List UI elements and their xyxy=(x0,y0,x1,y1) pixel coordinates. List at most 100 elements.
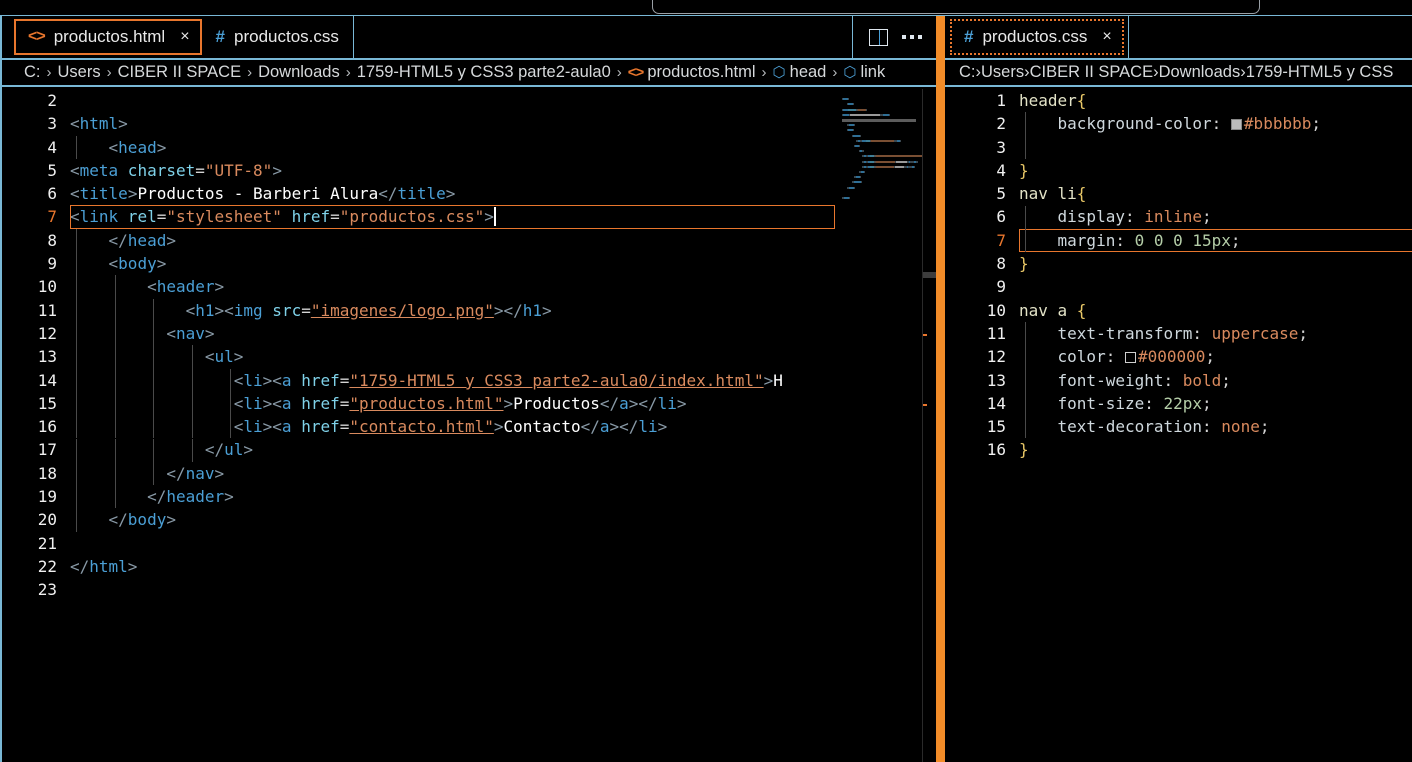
code-token: li xyxy=(638,417,658,437)
code-token: : xyxy=(1163,370,1183,390)
code-line[interactable]: 6 <title>Productos - Barberi Alura</title… xyxy=(2,182,783,205)
code-line[interactable]: 10 <header> xyxy=(2,275,783,298)
code-token: < xyxy=(70,207,80,227)
code-line[interactable]: 7 <link rel="stylesheet" href="productos.… xyxy=(2,205,835,229)
breadcrumb-item[interactable]: C: xyxy=(959,63,976,82)
breadcrumb-item[interactable]: CIBER II SPACE xyxy=(118,63,241,82)
code-line[interactable]: 12 color: #000000; xyxy=(945,345,1321,368)
editor-group-divider[interactable] xyxy=(936,16,945,762)
breadcrumb-item[interactable]: Downloads xyxy=(258,63,340,82)
code-text: <body> xyxy=(70,252,783,275)
code-line[interactable]: 18 </nav> xyxy=(2,462,783,485)
code-line[interactable]: 9 <body> xyxy=(2,252,783,275)
code-token: } xyxy=(1019,160,1029,180)
code-editor-right[interactable]: 1 header{2 background-color: #bbbbbb; 3 4} 5… xyxy=(945,89,1412,762)
code-line[interactable]: 3 <html> xyxy=(2,112,783,135)
indent-guide xyxy=(153,391,154,416)
breadcrumb-item[interactable]: C: xyxy=(24,63,41,82)
code-token: : xyxy=(1144,393,1164,413)
code-line[interactable]: 7 margin: 0 0 0 15px; xyxy=(945,228,1412,253)
code-token: > xyxy=(445,184,456,204)
code-line[interactable]: 16} xyxy=(945,438,1321,461)
code-line[interactable]: 13 <ul> xyxy=(2,345,783,368)
code-line[interactable]: 4 <head> xyxy=(2,136,783,159)
breadcrumb-item[interactable]: Users xyxy=(58,63,101,82)
quick-open-input[interactable] xyxy=(652,0,1260,14)
code-line[interactable]: 20 </body> xyxy=(2,508,783,531)
breadcrumb-item[interactable]: Downloads xyxy=(1159,63,1241,82)
indent-guide xyxy=(153,461,154,486)
code-token: >< xyxy=(262,370,282,390)
indent-guide xyxy=(114,485,116,509)
code-line[interactable]: 16 <li><a href="contacto.html">Contacto<… xyxy=(2,415,783,438)
breadcrumb-separator: › xyxy=(345,64,351,81)
code-line[interactable]: 17 </ul> xyxy=(2,438,783,461)
code-line[interactable]: 22 </html> xyxy=(2,555,783,578)
breadcrumb-item[interactable]: Users xyxy=(981,63,1024,82)
breadcrumb-label: Users xyxy=(981,63,1025,81)
tabbar-right: # productos.css × xyxy=(945,16,1412,58)
minimap-selection xyxy=(842,119,916,122)
close-icon[interactable]: × xyxy=(180,28,189,46)
line-number: 14 xyxy=(37,370,57,390)
code-line[interactable]: 11 text-transform: uppercase; xyxy=(945,322,1321,345)
code-line[interactable]: 4} xyxy=(945,159,1321,182)
code-line[interactable]: 23 xyxy=(2,578,783,601)
code-token: </ xyxy=(70,510,128,530)
code-line[interactable]: 19 </header> xyxy=(2,485,783,508)
tab-productos-html[interactable]: <> productos.html × xyxy=(14,19,202,55)
code-editor-left[interactable]: 2 3 <html> 4 <head> 5 <meta charset="UTF-8"> 6… xyxy=(2,89,938,762)
code-line[interactable]: 6 display: inline; xyxy=(945,205,1321,228)
minimap-left[interactable] xyxy=(838,89,922,762)
code-line[interactable]: 5 nav li{ xyxy=(945,182,1321,205)
split-editor-icon[interactable] xyxy=(869,28,888,46)
breadcrumb-left[interactable]: C: › Users › CIBER II SPACE › Downloads › 1759-H… xyxy=(2,60,938,87)
code-token: = xyxy=(301,300,311,320)
code-token: < xyxy=(70,114,80,134)
code-line[interactable]: 10 nav a { xyxy=(945,299,1321,322)
more-actions-icon[interactable] xyxy=(902,35,922,39)
code-line[interactable]: 13 font-weight: bold; xyxy=(945,369,1321,392)
code-line[interactable]: 21 xyxy=(2,532,783,555)
breadcrumb-item[interactable]: CIBER II SPACE xyxy=(1030,63,1153,82)
code-token: < xyxy=(70,417,244,437)
code-token: { xyxy=(1076,184,1087,204)
code-token: > xyxy=(214,463,225,483)
editor-group-left: <> productos.html × # productos.css C: › U… xyxy=(0,16,938,762)
tab-productos-css[interactable]: # productos.css xyxy=(202,16,354,58)
code-line[interactable]: 8} xyxy=(945,252,1321,275)
code-line[interactable]: 2 xyxy=(2,89,783,112)
code-line[interactable]: 11 <h1><img src="imagenes/logo.png"></h1… xyxy=(2,299,783,322)
close-icon[interactable]: × xyxy=(1102,28,1111,46)
code-line[interactable]: 2 background-color: #bbbbbb; xyxy=(945,112,1321,135)
breadcrumb-item[interactable]: 1759-HTML5 y CSS3 parte2-aula0 xyxy=(357,63,611,82)
code-line[interactable]: 15 <li><a href="productos.html">Producto… xyxy=(2,392,783,415)
breadcrumb-right[interactable]: C: › Users › CIBER II SPACE › Downloads › 1759-H… xyxy=(945,60,1412,87)
code-token: html xyxy=(79,114,119,134)
breadcrumb-item[interactable]: <> productos.html xyxy=(628,63,756,82)
code-line[interactable]: 15 text-decoration: none; xyxy=(945,415,1321,438)
code-token: title xyxy=(397,184,446,204)
code-text: } xyxy=(1019,159,1321,182)
code-token: </ xyxy=(70,556,90,576)
code-line[interactable]: 5 <meta charset="UTF-8"> xyxy=(2,159,783,182)
code-token: < xyxy=(70,160,80,180)
code-line[interactable]: 14 font-size: 22px; xyxy=(945,392,1321,415)
code-line[interactable]: 1 header{ xyxy=(945,89,1321,112)
code-line[interactable]: 3 xyxy=(945,136,1321,159)
tab-productos-css-right[interactable]: # productos.css × xyxy=(950,19,1124,55)
editor-scrollbar-left[interactable] xyxy=(922,89,937,762)
code-line[interactable]: 8 </head> xyxy=(2,229,783,252)
code-text: <li><a href="1759-HTML5 y CSS3 parte2-au… xyxy=(70,369,783,392)
code-line[interactable]: 12 <nav> xyxy=(2,322,783,345)
code-token: > xyxy=(166,230,176,250)
code-token: margin xyxy=(1019,230,1116,250)
scrollbar-thumb[interactable] xyxy=(923,272,937,278)
code-line[interactable]: 9 xyxy=(945,275,1321,298)
code-text: </html> xyxy=(70,555,783,578)
indent-guide xyxy=(76,368,77,392)
breadcrumb-item[interactable]: 1759-HTML5 y CSS xyxy=(1246,63,1394,82)
breadcrumb-item[interactable]: ⬡ head xyxy=(773,63,827,82)
breadcrumb-item[interactable]: ⬡ link xyxy=(843,63,885,82)
code-line[interactable]: 14 <li><a href="1759-HTML5 y CSS3 parte2… xyxy=(2,369,783,392)
